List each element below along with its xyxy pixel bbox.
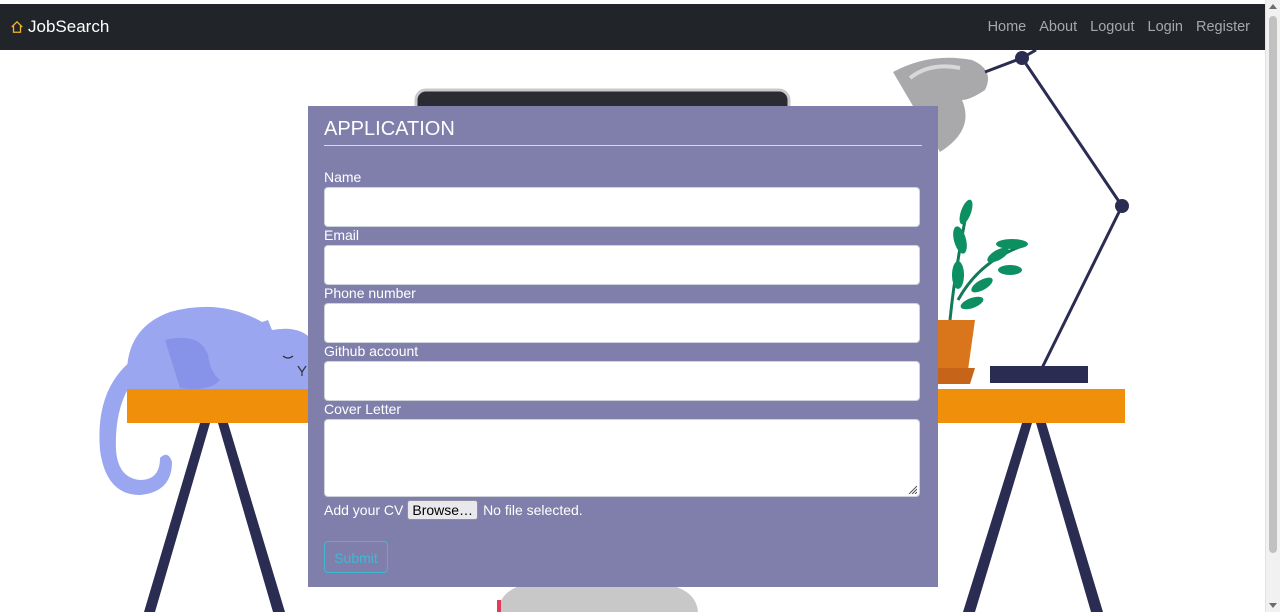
page-scrollbar[interactable] <box>1265 0 1280 612</box>
navbar: JobSearch Home About Logout Login Regist… <box>0 4 1266 50</box>
browse-button[interactable]: Browse… <box>407 500 479 520</box>
scroll-thumb[interactable] <box>1269 16 1277 553</box>
cover-letter-textarea[interactable] <box>324 419 920 497</box>
plant <box>938 199 1028 384</box>
file-status: No file selected. <box>483 502 583 518</box>
desk-left <box>127 389 309 423</box>
email-input[interactable] <box>324 245 920 285</box>
nav-login[interactable]: Login <box>1148 19 1183 35</box>
desk-legs-right <box>963 423 1103 612</box>
nav-register[interactable]: Register <box>1196 19 1250 35</box>
nav-about[interactable]: About <box>1039 19 1077 35</box>
name-label: Name <box>324 169 362 185</box>
brand-name: JobSearch <box>28 17 110 36</box>
resize-grip-icon[interactable] <box>908 485 917 494</box>
cover-letter-label: Cover Letter <box>324 401 402 417</box>
desk-legs-left <box>144 423 285 612</box>
phone-label: Phone number <box>324 285 416 301</box>
github-input[interactable] <box>324 361 920 401</box>
desk-right <box>938 389 1125 423</box>
scroll-up-icon[interactable] <box>1269 4 1277 9</box>
nav-links: Home About Logout Login Register <box>975 4 1250 50</box>
submit-button[interactable]: Submit <box>324 541 388 573</box>
cv-upload-row: Add your CV Browse… No file selected. <box>324 499 922 521</box>
email-label: Email <box>324 227 360 243</box>
nav-logout[interactable]: Logout <box>1090 19 1134 35</box>
brand-link[interactable]: JobSearch <box>10 4 109 50</box>
phone-input[interactable] <box>324 303 920 343</box>
scroll-down-icon[interactable] <box>1269 603 1277 608</box>
house-icon <box>11 20 23 33</box>
github-label: Github account <box>324 343 419 359</box>
nav-home[interactable]: Home <box>988 19 1027 35</box>
cv-label: Add your CV <box>324 502 404 518</box>
name-input[interactable] <box>324 187 920 227</box>
form-title: APPLICATION <box>324 118 922 146</box>
application-form: APPLICATION Name Email Phone number Gith… <box>308 106 938 587</box>
